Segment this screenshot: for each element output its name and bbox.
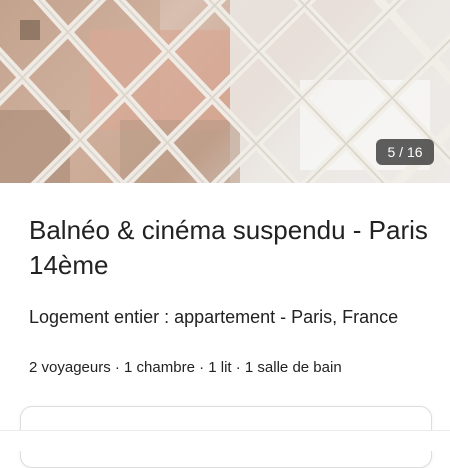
listing-title: Balnéo & cinéma suspendu - Paris 14ème xyxy=(29,215,428,280)
listing-photo[interactable]: 5 / 16 xyxy=(0,0,450,183)
listing-subtitle: Logement entier : appartement - Paris, F… xyxy=(29,307,399,327)
listing-details: 2 voyageurs · 1 chambre · 1 lit · 1 sall… xyxy=(29,359,342,376)
photo-counter-badge: 5 / 16 xyxy=(376,139,434,165)
bottom-bar xyxy=(0,430,450,451)
